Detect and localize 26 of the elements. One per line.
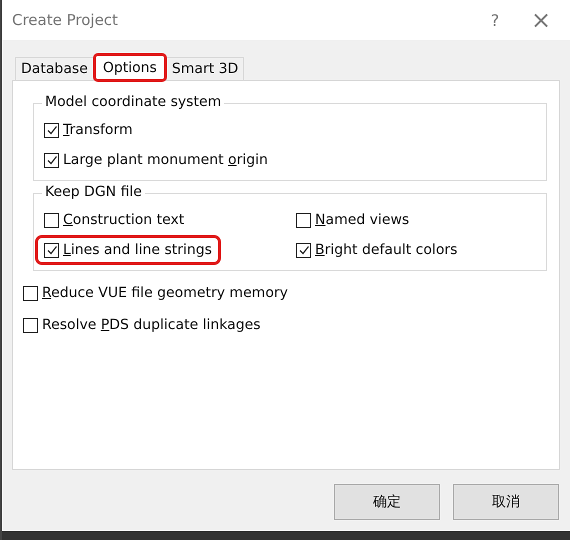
checkbox-label[interactable]: Construction text — [63, 212, 184, 228]
checkbox[interactable] — [23, 318, 38, 332]
checkbox[interactable] — [44, 122, 59, 138]
checkbox-label[interactable]: Bright default colors — [315, 242, 458, 258]
checkbox[interactable] — [44, 242, 59, 258]
ok-button[interactable]: 确定 — [334, 484, 440, 520]
checkbox-label[interactable]: Named views — [315, 212, 410, 228]
tab[interactable]: Smart 3D — [166, 57, 244, 80]
checkbox[interactable] — [296, 242, 311, 258]
cancel-button[interactable]: 取消 — [453, 484, 559, 520]
checkbox-label[interactable]: Lines and line strings — [63, 242, 212, 258]
checkbox[interactable] — [44, 152, 59, 168]
checkbox-label[interactable]: Resolve PDS duplicate linkages — [42, 317, 261, 333]
checkbox[interactable] — [296, 212, 311, 228]
help-button[interactable]: ? — [472, 0, 518, 40]
tab[interactable]: Database — [15, 57, 94, 80]
group-title: Model coordinate system — [42, 94, 224, 110]
window-title: Create Project — [12, 11, 119, 29]
checkbox[interactable] — [44, 212, 59, 228]
checkbox[interactable] — [23, 286, 38, 300]
checkbox-label[interactable]: Transform — [63, 122, 133, 138]
group-title: Keep DGN file — [42, 184, 145, 200]
tab[interactable]: Options — [94, 54, 166, 81]
checkbox-label[interactable]: Large plant monument origin — [63, 152, 268, 168]
checkbox-label[interactable]: Reduce VUE file geometry memory — [42, 285, 288, 301]
close-button[interactable]: × — [518, 0, 564, 40]
